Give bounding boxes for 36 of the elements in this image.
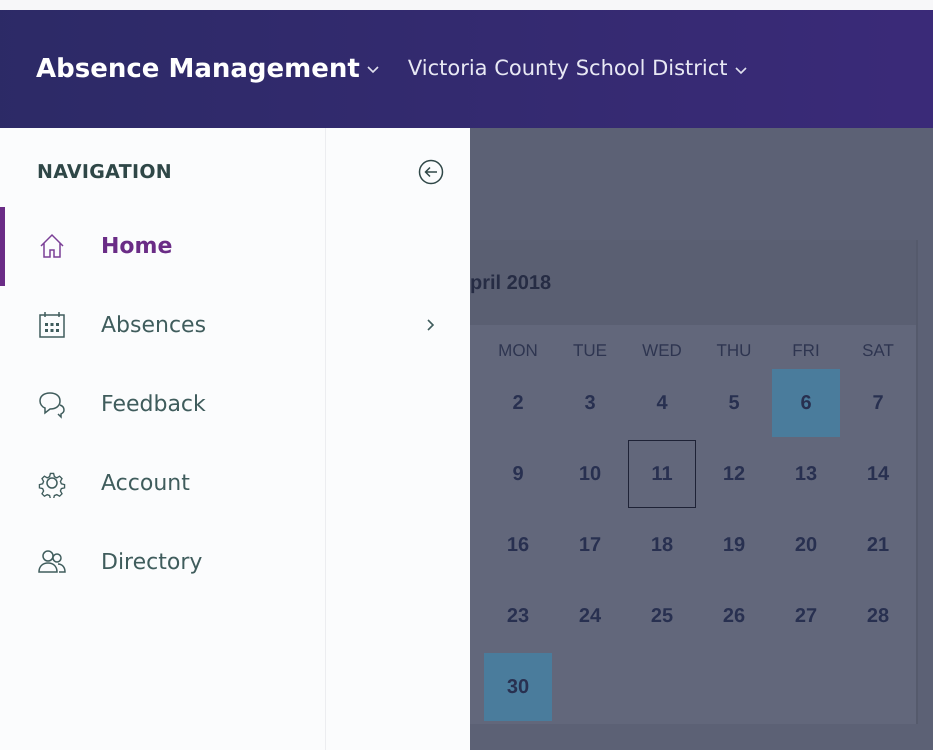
day-cell[interactable]: 17 [556,511,624,579]
day-cell[interactable]: 18 [628,511,696,579]
day-cell[interactable]: 14 [844,440,912,508]
day-cell[interactable]: 9 [484,440,552,508]
day-cell[interactable]: 7 [844,369,912,437]
day-cell[interactable]: 16 [484,511,552,579]
day-cell[interactable]: 25 [628,582,696,650]
nav-item[interactable]: Absences [0,286,470,364]
calendar-icon [37,310,67,340]
nav-item[interactable]: Account [0,444,470,522]
day-cell[interactable]: 30 [484,653,552,721]
day-cell[interactable]: 20 [772,511,840,579]
day-cell[interactable]: 27 [772,582,840,650]
chevron-down-icon [734,64,748,74]
day-cell[interactable]: 3 [556,369,624,437]
day-cell[interactable]: 4 [628,369,696,437]
day-cell[interactable]: 5 [700,369,768,437]
collapse-icon[interactable] [418,159,444,186]
day-cell[interactable]: 12 [700,440,768,508]
day-cell[interactable]: 10 [556,440,624,508]
day-cell[interactable]: 2 [484,369,552,437]
day-cell[interactable]: 6 [772,369,840,437]
chevron-down-icon [366,64,380,74]
day-cell[interactable]: 24 [556,582,624,650]
navigation-heading: NAVIGATION [37,160,172,185]
app-menu-button[interactable]: Absence Management [36,50,380,88]
nav-item[interactable]: Feedback [0,364,470,444]
day-cell[interactable]: 28 [844,582,912,650]
day-cell[interactable]: 13 [772,440,840,508]
day-cell[interactable]: 26 [700,582,768,650]
day-cell[interactable]: 19 [700,511,768,579]
nav-item[interactable]: Directory [0,522,470,602]
district-menu-button[interactable]: Victoria County School District [408,53,748,85]
day-cell[interactable]: 21 [844,511,912,579]
day-cell[interactable]: 23 [484,582,552,650]
day-cell[interactable]: 11 [628,440,696,508]
